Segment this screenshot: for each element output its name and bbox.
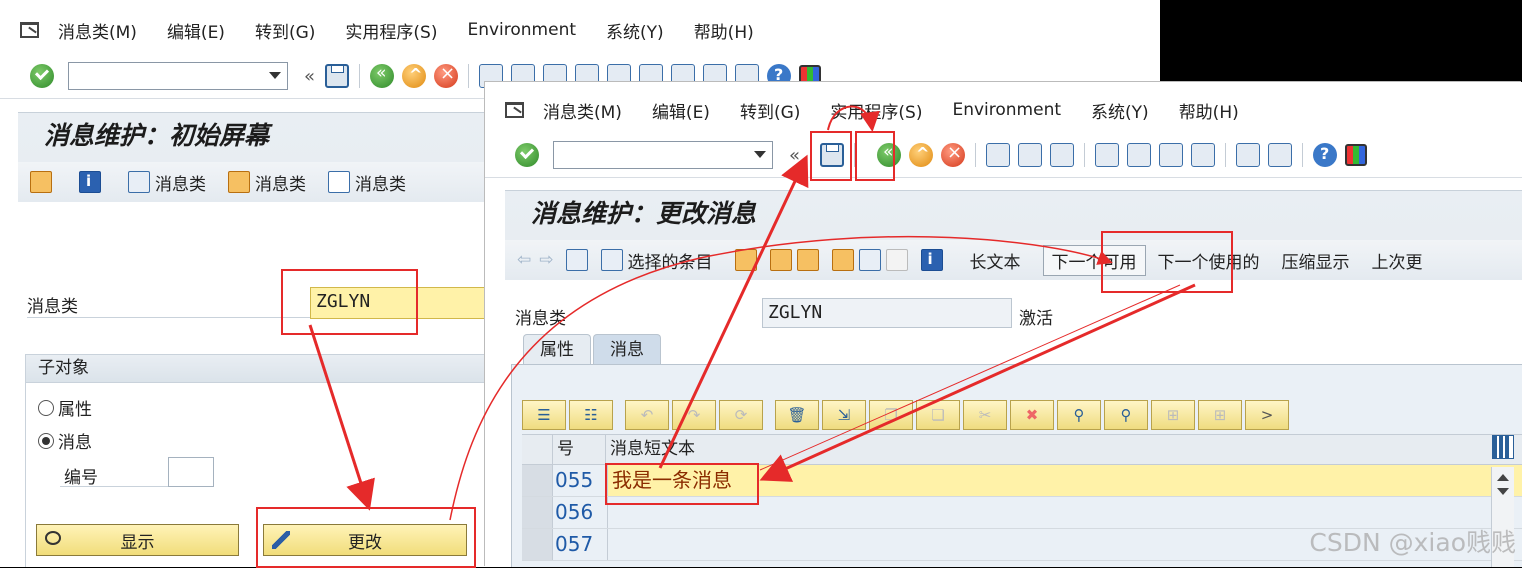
- watermark: CSDN @xiao贱贱: [1309, 528, 1516, 557]
- annotation-arrows: [308, 105, 1196, 521]
